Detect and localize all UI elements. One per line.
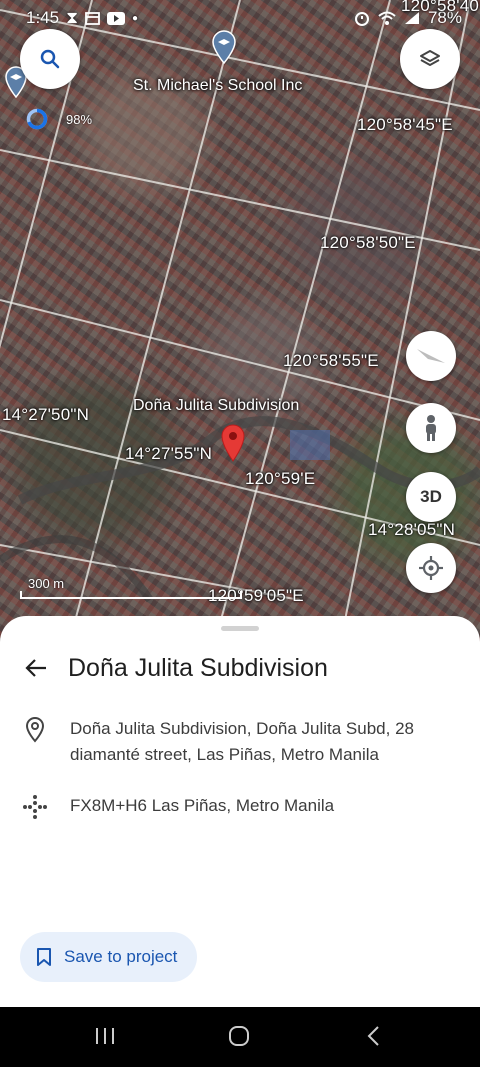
coordinate-label: 120°59'E	[245, 469, 316, 488]
dot-icon: ●	[132, 12, 139, 24]
system-navigation-bar	[0, 1007, 480, 1067]
recent-apps-icon[interactable]	[94, 1025, 116, 1047]
coordinate-label: 120°58'45"E	[357, 115, 453, 134]
layers-icon	[420, 50, 440, 66]
accuracy-percent: 98%	[66, 111, 93, 127]
plus-code-text: FX8M+H6 Las Piñas, Metro Manila	[70, 796, 335, 815]
place-label-subdivision[interactable]: Doña Julita Subdivision	[133, 397, 299, 415]
sheet-header: Doña Julita Subdivision	[20, 652, 328, 684]
school-marker-icon[interactable]	[211, 30, 237, 64]
location-outline-icon	[25, 717, 45, 743]
my-location-button[interactable]	[406, 543, 456, 593]
search-icon	[40, 49, 60, 69]
coordinate-label: 14°27'55"N	[125, 444, 213, 463]
street-view-button[interactable]	[406, 403, 456, 453]
address-text: Doña Julita Subdivision, Doña Julita Sub…	[70, 719, 414, 764]
save-to-project-label: Save to project	[64, 947, 178, 966]
status-time: 1:45	[26, 8, 60, 27]
back-button[interactable]	[20, 652, 52, 684]
alarm-icon	[354, 12, 369, 26]
youtube-icon	[107, 11, 126, 25]
place-title: Doña Julita Subdivision	[68, 653, 328, 682]
home-icon[interactable]	[227, 1025, 251, 1047]
coordinate-label: 120°58'55"E	[283, 351, 379, 370]
coordinate-label: 120°58'40	[401, 0, 480, 15]
scale-bar	[20, 591, 242, 599]
back-arrow-icon	[25, 659, 46, 677]
window-icon	[85, 11, 100, 25]
hourglass-icon: ⧗	[66, 8, 79, 27]
place-details-sheet: Doña Julita Subdivision Doña Julita Subd…	[0, 616, 480, 1007]
location-pin-icon[interactable]	[221, 424, 245, 462]
pegman-icon	[426, 415, 436, 441]
plus-code-row[interactable]: FX8M+H6 Las Piñas, Metro Manila	[20, 793, 440, 820]
search-button[interactable]	[20, 29, 80, 89]
my-location-icon	[419, 556, 443, 580]
compass-button[interactable]	[406, 331, 456, 381]
place-label-school[interactable]: St. Michael's School Inc	[133, 77, 302, 95]
layers-button[interactable]	[400, 29, 460, 89]
save-to-project-button[interactable]: Save to project	[20, 932, 198, 982]
coordinate-label: 14°28'05"N	[368, 520, 456, 539]
wifi-icon	[378, 11, 396, 25]
scale-label: 300 m	[28, 576, 65, 591]
drag-handle[interactable]	[221, 626, 259, 631]
plus-code-icon	[23, 795, 47, 819]
map-scale: 300 m	[20, 576, 242, 599]
address-row[interactable]: Doña Julita Subdivision, Doña Julita Sub…	[20, 716, 440, 768]
satellite-map[interactable]: 1:45 ⧗ ● 78% 120°58'40 120°58'45"E 120°5…	[0, 0, 480, 660]
coordinate-label: 120°58'50"E	[320, 233, 416, 252]
compass-icon	[417, 349, 445, 363]
back-nav-icon[interactable]	[364, 1025, 384, 1047]
bookmark-icon	[37, 948, 51, 966]
location-accuracy: 98%	[26, 108, 92, 130]
coordinate-label: 14°27'50"N	[2, 405, 90, 424]
accuracy-ring-icon	[26, 108, 48, 130]
3d-button[interactable]: 3D	[406, 472, 456, 522]
